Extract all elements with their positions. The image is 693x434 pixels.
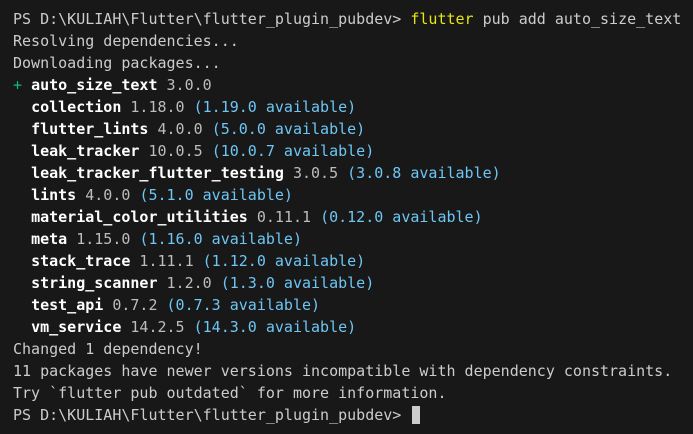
package-name: meta	[31, 230, 68, 248]
package-line: meta 1.15.0 (1.16.0 available)	[13, 228, 693, 250]
package-version: 10.0.5	[139, 142, 212, 160]
package-name: vm_service	[31, 318, 122, 336]
package-line: string_scanner 1.2.0 (1.3.0 available)	[13, 272, 693, 294]
package-available: (5.0.0 available)	[211, 120, 366, 138]
package-line: material_color_utilities 0.11.1 (0.12.0 …	[13, 206, 693, 228]
prompt: PS D:\KULIAH\Flutter\flutter_plugin_pubd…	[13, 406, 411, 424]
package-line: stack_trace 1.11.1 (1.12.0 available)	[13, 250, 693, 272]
package-version: 1.2.0	[157, 274, 221, 292]
command-line: PS D:\KULIAH\Flutter\flutter_plugin_pubd…	[13, 8, 693, 30]
package-available: (14.3.0 available)	[193, 318, 357, 336]
package-available: (0.12.0 available)	[320, 208, 483, 226]
package-line: lints 4.0.0 (5.1.0 available)	[13, 184, 693, 206]
package-version: 0.7.2	[103, 296, 167, 314]
output-incompatible: 11 packages have newer versions incompat…	[13, 362, 673, 380]
package-name: leak_tracker	[31, 142, 140, 160]
package-available: (1.19.0 available)	[193, 98, 357, 116]
package-name: lints	[31, 186, 77, 204]
package-version: 0.11.1	[247, 208, 321, 226]
package-version: 3.0.5	[283, 164, 348, 182]
package-name: string_scanner	[31, 274, 158, 292]
package-available: (1.16.0 available)	[139, 230, 302, 248]
package-available: (10.0.7 available)	[211, 142, 375, 160]
package-version: 1.18.0	[121, 98, 194, 116]
package-available: (1.12.0 available)	[202, 252, 366, 270]
command-args: pub add auto_size_text	[473, 10, 682, 28]
added-package-name: auto_size_text	[31, 76, 158, 94]
package-line: leak_tracker 10.0.5 (10.0.7 available)	[13, 140, 693, 162]
package-name: stack_trace	[31, 252, 131, 270]
text-cursor[interactable]	[412, 405, 421, 424]
prompt: PS D:\KULIAH\Flutter\flutter_plugin_pubd…	[13, 10, 411, 28]
package-line: test_api 0.7.2 (0.7.3 available)	[13, 294, 693, 316]
package-line: leak_tracker_flutter_testing 3.0.5 (3.0.…	[13, 162, 693, 184]
added-marker: +	[13, 76, 32, 94]
output-resolving: Resolving dependencies...	[13, 32, 239, 50]
output-try-outdated: Try `flutter pub outdated` for more info…	[13, 384, 447, 402]
package-version: 4.0.0	[76, 186, 140, 204]
added-package-line: + auto_size_text 3.0.0	[13, 74, 693, 96]
package-version: 4.0.0	[148, 120, 212, 138]
command-word: flutter	[410, 10, 474, 28]
package-name: leak_tracker_flutter_testing	[31, 164, 284, 182]
package-line: vm_service 14.2.5 (14.3.0 available)	[13, 316, 693, 338]
package-name: material_color_utilities	[31, 208, 248, 226]
package-available: (3.0.8 available)	[347, 164, 501, 182]
package-available: (0.7.3 available)	[166, 296, 321, 314]
package-version: 14.2.5	[121, 318, 194, 336]
package-line: collection 1.18.0 (1.19.0 available)	[13, 96, 693, 118]
package-available: (1.3.0 available)	[220, 274, 375, 292]
package-name: collection	[31, 98, 122, 116]
package-name: flutter_lints	[31, 120, 149, 138]
package-available: (5.1.0 available)	[139, 186, 293, 204]
package-version: 1.11.1	[130, 252, 203, 270]
package-name: test_api	[31, 296, 104, 314]
output-downloading: Downloading packages...	[13, 54, 221, 72]
package-line: flutter_lints 4.0.0 (5.0.0 available)	[13, 118, 693, 140]
output-changed: Changed 1 dependency!	[13, 340, 203, 358]
terminal-window[interactable]: PS D:\KULIAH\Flutter\flutter_plugin_pubd…	[0, 0, 693, 434]
package-version: 1.15.0	[67, 230, 140, 248]
added-package-version: 3.0.0	[157, 76, 212, 94]
current-prompt-line[interactable]: PS D:\KULIAH\Flutter\flutter_plugin_pubd…	[13, 404, 693, 426]
